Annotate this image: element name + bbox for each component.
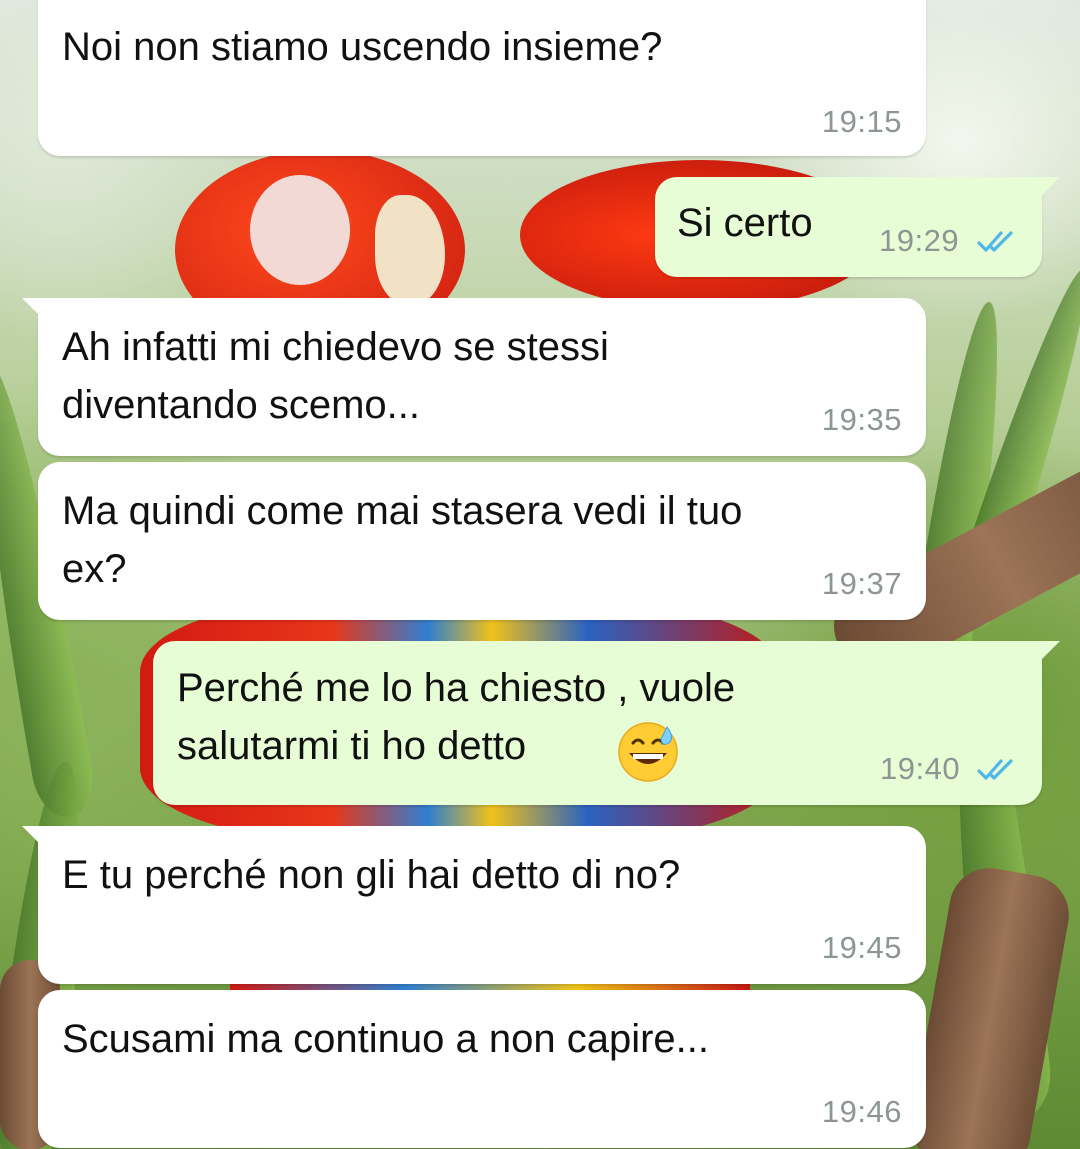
outgoing-message[interactable]: Si certo 19:29	[655, 177, 1060, 277]
incoming-message[interactable]: Ah infatti mi chiedevo se stessi diventa…	[22, 298, 926, 456]
message-timestamp: 19:29	[879, 223, 960, 258]
message-text: Scusami ma continuo a non capire...	[62, 1017, 710, 1061]
message-list[interactable]: Noi non stiamo uscendo insieme? 19:15 Si…	[0, 0, 1080, 1149]
message-text: Ah infatti mi chiedevo se stessi diventa…	[62, 325, 609, 427]
message-timestamp: 19:45	[821, 930, 902, 965]
incoming-message[interactable]: Noi non stiamo uscendo insieme? 19:15	[38, 0, 926, 156]
double-check-icon	[977, 231, 1013, 252]
incoming-message[interactable]: Ma quindi come mai stasera vedi il tuo e…	[38, 462, 926, 620]
message-text: E tu perché non gli hai detto di no?	[62, 853, 681, 897]
message-text: Si certo	[677, 201, 813, 245]
outgoing-message[interactable]: Perché me lo ha chiesto , vuole salutarm…	[153, 641, 1060, 805]
incoming-message[interactable]: Scusami ma continuo a non capire... 19:4…	[38, 990, 926, 1148]
double-check-icon	[977, 759, 1013, 780]
message-timestamp: 19:35	[821, 402, 902, 437]
message-timestamp: 19:46	[821, 1094, 902, 1129]
message-text: Ma quindi come mai stasera vedi il tuo e…	[62, 489, 743, 591]
message-timestamp: 19:40	[880, 751, 961, 786]
message-timestamp: 19:37	[821, 566, 902, 601]
grinning-face-with-sweat-icon	[618, 722, 678, 782]
incoming-message[interactable]: E tu perché non gli hai detto di no? 19:…	[22, 826, 926, 984]
message-timestamp: 19:15	[821, 104, 902, 139]
message-text: Noi non stiamo uscendo insieme?	[62, 25, 663, 69]
